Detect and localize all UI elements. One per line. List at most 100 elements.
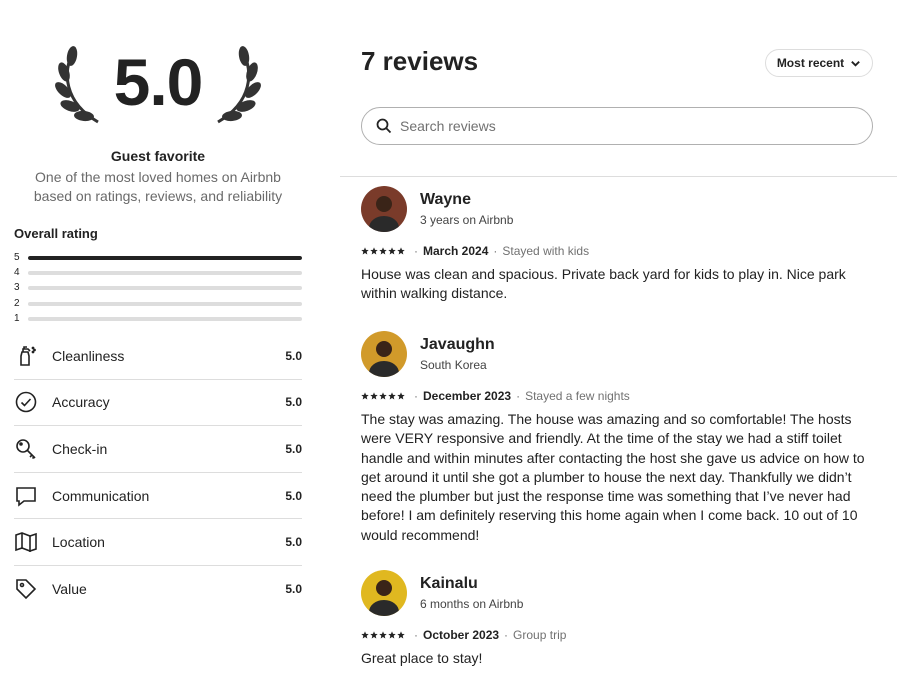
distribution-bar-track (28, 301, 302, 306)
star-icon (397, 392, 405, 400)
distribution-star-label: 3 (14, 282, 20, 294)
review-item: Wayne 3 years on Airbnb · March 2024 · Stayed… (361, 186, 881, 304)
distribution-bar-track (28, 286, 302, 291)
category-row-location: Location 5.0 (14, 519, 302, 566)
divider (340, 176, 897, 177)
avatar[interactable] (361, 186, 407, 232)
separator: · (504, 628, 509, 642)
separator: · (493, 244, 498, 258)
category-label: Accuracy (52, 394, 110, 411)
guest-favorite-description: One of the most loved homes on Airbnb ba… (33, 169, 283, 204)
star-icon (379, 247, 387, 255)
review-header: Kainalu 6 months on Airbnb (361, 570, 881, 616)
review-date: December 2023 (423, 389, 512, 403)
distribution-bar-track (28, 270, 302, 275)
distribution-row-5: 5 (14, 250, 302, 265)
review-header: Javaughn South Korea (361, 331, 881, 377)
review-item: Kainalu 6 months on Airbnb · October 2023 · G… (361, 570, 881, 668)
distribution-bar-track (28, 316, 302, 321)
reviewer-name[interactable]: Javaughn (420, 335, 495, 355)
reviewer-subtitle: 3 years on Airbnb (420, 213, 514, 227)
category-row-communication: Communication 5.0 (14, 473, 302, 520)
category-score: 5.0 (285, 441, 302, 456)
star-rating (361, 392, 405, 400)
reviews-panel: 7 reviews Most recent Wayne 3 years on Ai… (340, 0, 912, 683)
review-date: March 2024 (423, 244, 489, 258)
reviewer-name[interactable]: Kainalu (420, 574, 523, 594)
category-row-accuracy: Accuracy 5.0 (14, 380, 302, 427)
star-icon (361, 631, 369, 639)
avatar[interactable] (361, 331, 407, 377)
separator: · (414, 628, 418, 642)
category-score: 5.0 (285, 582, 302, 597)
review-text: House was clean and spacious. Private ba… (361, 266, 846, 302)
sort-label: Most recent (776, 56, 845, 70)
rating-distribution: 5 4 3 2 1 (14, 250, 302, 326)
search-reviews-box[interactable] (361, 107, 873, 145)
search-reviews-input[interactable] (400, 118, 840, 134)
distribution-row-2: 2 (14, 296, 302, 311)
distribution-row-3: 3 (14, 281, 302, 296)
reviewer-name[interactable]: Wayne (420, 190, 513, 210)
reviewer-subtitle: 6 months on Airbnb (420, 597, 524, 611)
key-icon (14, 437, 38, 461)
category-row-cleanliness: Cleanliness 5.0 (14, 333, 302, 380)
distribution-row-1: 1 (14, 311, 302, 326)
overall-rating-label: Overall rating (14, 226, 98, 241)
guest-favorite-title: Guest favorite (110, 148, 206, 164)
stay-type: Stayed a few nights (525, 389, 630, 403)
search-icon (376, 118, 392, 134)
star-icon (388, 631, 396, 639)
category-label: Value (52, 581, 87, 598)
star-icon (397, 247, 405, 255)
distribution-star-label: 1 (14, 312, 20, 324)
star-icon (370, 392, 378, 400)
distribution-star-label: 5 (14, 251, 20, 263)
star-icon (388, 392, 396, 400)
stay-type: Stayed with kids (502, 244, 590, 258)
star-icon (361, 247, 369, 255)
star-icon (370, 631, 378, 639)
separator: · (414, 244, 418, 258)
star-rating (361, 631, 405, 639)
review-text: The stay was amazing. The house was amaz… (361, 411, 865, 543)
distribution-star-label: 4 (14, 266, 20, 278)
category-score: 5.0 (285, 348, 302, 363)
separator: · (516, 389, 521, 403)
star-icon (379, 631, 387, 639)
stay-type: Group trip (513, 628, 567, 642)
category-label: Location (52, 534, 105, 551)
spray-bottle-icon (14, 344, 38, 368)
review-meta: · December 2023 · Stayed a few nights (361, 389, 881, 403)
rating-summary: 5.0 Guest favorite One of the most loved… (0, 0, 316, 683)
category-ratings: Cleanliness 5.0 Accuracy 5.0 Check-in 5.0 Comm… (14, 333, 302, 613)
guest-favorite-badge: 5.0 (50, 38, 266, 130)
chat-bubble-icon (14, 484, 38, 508)
review-meta: · October 2023 · Group trip (361, 628, 881, 642)
star-icon (397, 631, 405, 639)
reviewer-subtitle: South Korea (420, 358, 487, 372)
review-header: Wayne 3 years on Airbnb (361, 186, 881, 232)
review-text: Great place to stay! (361, 650, 483, 666)
separator: · (414, 389, 418, 403)
chevron-down-icon (851, 60, 860, 67)
reviews-count-title: 7 reviews (361, 46, 479, 76)
star-icon (370, 247, 378, 255)
category-score: 5.0 (285, 395, 302, 410)
category-label: Cleanliness (52, 347, 125, 364)
star-rating (361, 247, 405, 255)
review-meta: · March 2024 · Stayed with kids (361, 244, 881, 258)
tag-icon (14, 577, 38, 601)
category-label: Check-in (52, 440, 108, 457)
distribution-bar-track (28, 255, 302, 260)
distribution-bar-fill (28, 255, 302, 260)
map-icon (14, 530, 38, 554)
category-score: 5.0 (285, 488, 302, 503)
avatar[interactable] (361, 570, 407, 616)
category-row-check-in: Check-in 5.0 (14, 426, 302, 473)
star-icon (379, 392, 387, 400)
check-circle-icon (14, 390, 38, 414)
distribution-star-label: 2 (14, 297, 20, 309)
review-item: Javaughn South Korea · December 2023 · Stayed… (361, 331, 881, 545)
sort-dropdown[interactable]: Most recent (765, 49, 873, 77)
